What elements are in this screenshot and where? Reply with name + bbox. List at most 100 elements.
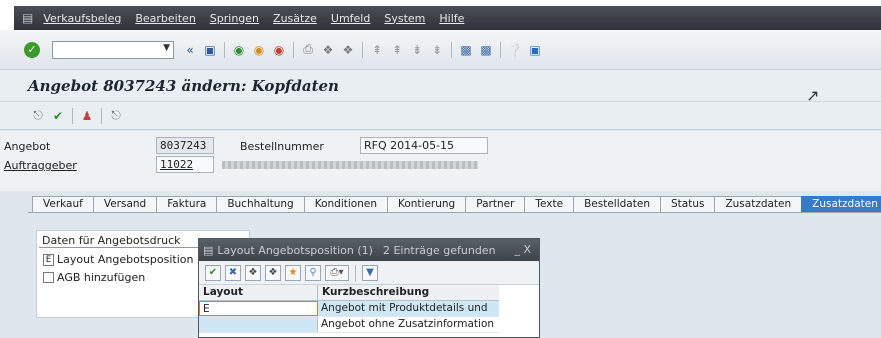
table-cell-desc[interactable]: Angebot mit Produktdetails und Bild (318, 301, 499, 329)
display-document-icon[interactable]: ⎋ (30, 108, 46, 124)
application-toolbar: ⎋ ✔ ♟ ⎋ (0, 102, 881, 130)
tab-bestelldaten[interactable]: Bestelldaten (573, 196, 661, 212)
tab-verkauf[interactable]: Verkauf (32, 196, 94, 212)
menu-umfeld[interactable]: Umfeld (331, 12, 370, 25)
toolbar-separator (362, 41, 363, 58)
tab-partner[interactable]: Partner (465, 196, 526, 212)
tab-status[interactable]: Status (659, 196, 716, 212)
popup-count: 2 Einträge gefunden (382, 243, 496, 257)
menu-springen[interactable]: Springen (210, 12, 259, 25)
value-help-popup: ▤ Layout Angebotsposition (1) 2 Einträge… (198, 238, 540, 338)
column-header-layout[interactable]: Layout Angebotspo... (199, 285, 318, 313)
toolbar-separator (293, 41, 294, 58)
menu-exit-icon[interactable]: ▤ (22, 11, 33, 25)
save-icon[interactable]: ▣ (202, 42, 218, 58)
tab-zusatzdaten-b[interactable]: Zusatzdaten B (801, 196, 881, 225)
toolbar-separator (355, 264, 356, 281)
layout-key-field[interactable]: E (43, 253, 54, 266)
auftraggeber-field[interactable]: 11022 (156, 156, 214, 173)
column-header-kurzbeschreibung[interactable]: Kurzbeschreibung (318, 285, 499, 300)
popup-window-controls[interactable]: _ X (514, 243, 531, 256)
standard-toolbar: ✓ ▼ « ▣ ◉ ◉ ◉ ⎙ ❖ ❖ ⇞ ⇞ ⇟ ⇟ ▩ ▩ ❔ ▣ (0, 30, 881, 70)
check-icon[interactable]: ✔ (50, 108, 66, 124)
favorite-icon[interactable]: ★ (285, 264, 301, 281)
first-page-icon[interactable]: ⇞ (369, 42, 385, 58)
new-session-icon[interactable]: ▩ (458, 42, 474, 58)
popup-title-bar: ▤ Layout Angebotsposition (1) 2 Einträge… (199, 239, 539, 261)
table-cell-desc[interactable]: Angebot ohne Zusatzinformation (318, 317, 499, 332)
menu-bar: ▤ Verkaufsbeleg Bearbeiten Springen Zusä… (0, 0, 881, 30)
accept-icon[interactable]: ✔ (205, 264, 221, 281)
document-flow-icon[interactable]: ⎋ (108, 108, 124, 124)
menu-system[interactable]: System (384, 12, 425, 25)
toolbar-separator (500, 41, 501, 58)
groupbox-title: Daten für Angebotsdruck (42, 234, 181, 247)
back-icon[interactable]: ◉ (231, 42, 247, 58)
menu-zusaetze[interactable]: Zusätze (273, 12, 317, 25)
command-field[interactable]: ▼ (52, 40, 174, 59)
menu-verkaufsbeleg[interactable]: Verkaufsbeleg (43, 12, 121, 25)
next-page-icon[interactable]: ⇟ (409, 42, 425, 58)
find-next-icon[interactable]: ❖ (340, 42, 356, 58)
search-icon[interactable]: ❖ (245, 264, 261, 281)
agb-label: AGB hinzufügen (57, 271, 146, 284)
exit-icon[interactable]: ◉ (251, 42, 267, 58)
groupbox-divider (39, 247, 199, 248)
bestellnummer-label: Bestellnummer (240, 140, 324, 153)
auftraggeber-name-redacted (222, 161, 478, 169)
shortcut-icon[interactable]: ▩ (478, 42, 494, 58)
table-header: Layout Angebotspo... Kurzbeschreibung (199, 285, 499, 313)
tab-buchhaltung[interactable]: Buchhaltung (216, 196, 305, 212)
bestellnummer-field[interactable]: RFQ 2014-05-15 (360, 137, 488, 154)
tab-texte[interactable]: Texte (524, 196, 575, 212)
title-bar: Angebot 8037243 ändern: Kopfdaten (0, 70, 881, 102)
tab-faktura[interactable]: Faktura (156, 196, 218, 212)
toolbar-separator (451, 41, 452, 58)
header-area: Angebot 8037243 Bestellnummer RFQ 2014-0… (0, 131, 881, 191)
previous-page-icon[interactable]: ⇞ (389, 42, 405, 58)
toolbar-separator (72, 107, 73, 124)
popup-window-icon: ▤ (203, 243, 214, 257)
layout-icon[interactable]: ▣ (527, 42, 543, 58)
last-page-icon[interactable]: ⇟ (429, 42, 445, 58)
agb-checkbox[interactable] (43, 272, 54, 283)
pin-icon[interactable]: ▼ (362, 264, 378, 281)
find-icon[interactable]: ❖ (320, 42, 336, 58)
tab-zusatzdaten-a[interactable]: Zusatzdaten A (714, 196, 803, 225)
tab-strip: Verkauf Versand Faktura Buchhaltung Kond… (32, 196, 881, 225)
toolbar-separator (224, 41, 225, 58)
table-row[interactable]: Angebot ohne Zusatzinformation (199, 317, 499, 333)
table-row[interactable]: E Angebot mit Produktdetails und Bild (199, 301, 499, 329)
result-table: Layout Angebotspo... Kurzbeschreibung E … (199, 285, 499, 333)
table-cell-key[interactable]: E (199, 301, 318, 316)
auftraggeber-label[interactable]: Auftraggeber (4, 159, 77, 172)
page-title: Angebot 8037243 ändern: Kopfdaten (28, 76, 339, 95)
popup-toolbar: ✔ ✖ ❖ ❖ ★ ⚲ ⎙▾ ▼ (199, 261, 539, 285)
partner-icon[interactable]: ♟ (79, 108, 95, 124)
close-icon[interactable]: ✖ (225, 264, 241, 281)
toolbar-separator (101, 107, 102, 124)
agb-row: AGB hinzufügen (43, 271, 145, 284)
print-icon[interactable]: ⎙ (300, 42, 316, 58)
cancel-icon[interactable]: ◉ (271, 42, 287, 58)
menu-hilfe[interactable]: Hilfe (439, 12, 464, 25)
menu-bar-strip: ▤ Verkaufsbeleg Bearbeiten Springen Zusä… (14, 6, 881, 30)
tab-konditionen[interactable]: Konditionen (303, 196, 388, 212)
help-icon[interactable]: ❔ (507, 42, 523, 58)
search-next-icon[interactable]: ❖ (265, 264, 281, 281)
mouse-cursor-icon: ↗ (806, 86, 820, 105)
popup-title: Layout Angebotsposition (1) (217, 243, 373, 257)
table-cell-key[interactable] (199, 317, 318, 332)
tab-versand[interactable]: Versand (92, 196, 158, 212)
enter-check-icon[interactable]: ✓ (24, 41, 40, 58)
filter-icon[interactable]: ⚲ (305, 264, 321, 281)
angebot-label: Angebot (4, 140, 51, 153)
layout-angebotsposition-label: Layout Angebotsposition (57, 253, 194, 266)
angebot-field[interactable]: 8037243 (156, 137, 214, 154)
layout-angebotsposition-row: E Layout Angebotsposition (43, 253, 193, 266)
chevron-down-icon[interactable]: ▼ (163, 43, 170, 53)
print-icon[interactable]: ⎙▾ (325, 264, 349, 281)
tab-kontierung[interactable]: Kontierung (386, 196, 467, 212)
collapse-icon[interactable]: « (182, 42, 198, 58)
menu-bearbeiten[interactable]: Bearbeiten (135, 12, 195, 25)
